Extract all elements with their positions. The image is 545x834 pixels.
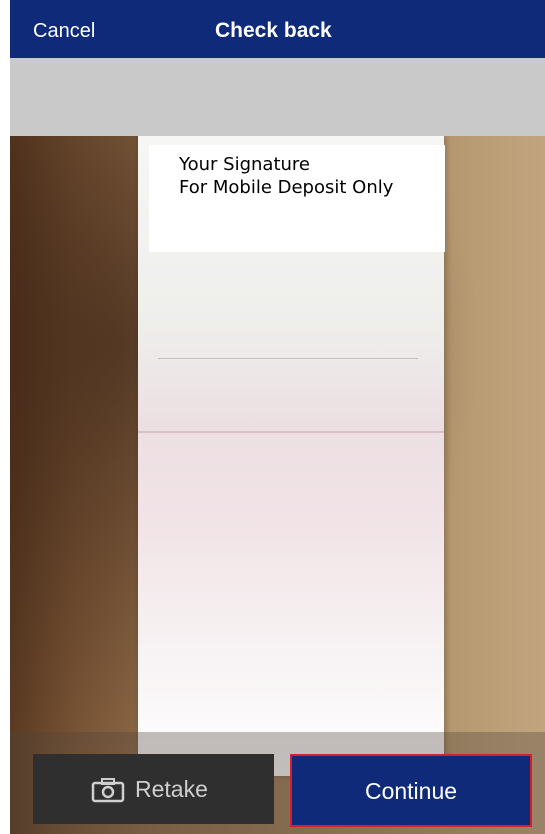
page-title: Check back	[215, 19, 332, 42]
endorsement-signature-text: Your Signature	[179, 154, 310, 175]
paper-crease	[158, 358, 418, 359]
cancel-button[interactable]: Cancel	[33, 20, 95, 43]
nav-bar: Cancel Check back	[10, 0, 545, 58]
retake-button[interactable]: Retake	[33, 754, 274, 824]
continue-label: Continue	[364, 778, 458, 804]
paper-fold	[138, 431, 444, 433]
retake-label: Retake	[135, 776, 208, 802]
retake-button-content: Retake	[91, 776, 208, 803]
endorsement-restriction-text: For Mobile Deposit Only	[179, 177, 394, 198]
endorsement-overlay: Your Signature For Mobile Deposit Only	[149, 145, 445, 252]
camera-top-bar	[10, 58, 545, 136]
camera-icon	[91, 777, 125, 802]
continue-button[interactable]: Continue	[290, 754, 532, 827]
check-back-screen: Cancel Check back Your Signature For Mob…	[0, 0, 545, 834]
